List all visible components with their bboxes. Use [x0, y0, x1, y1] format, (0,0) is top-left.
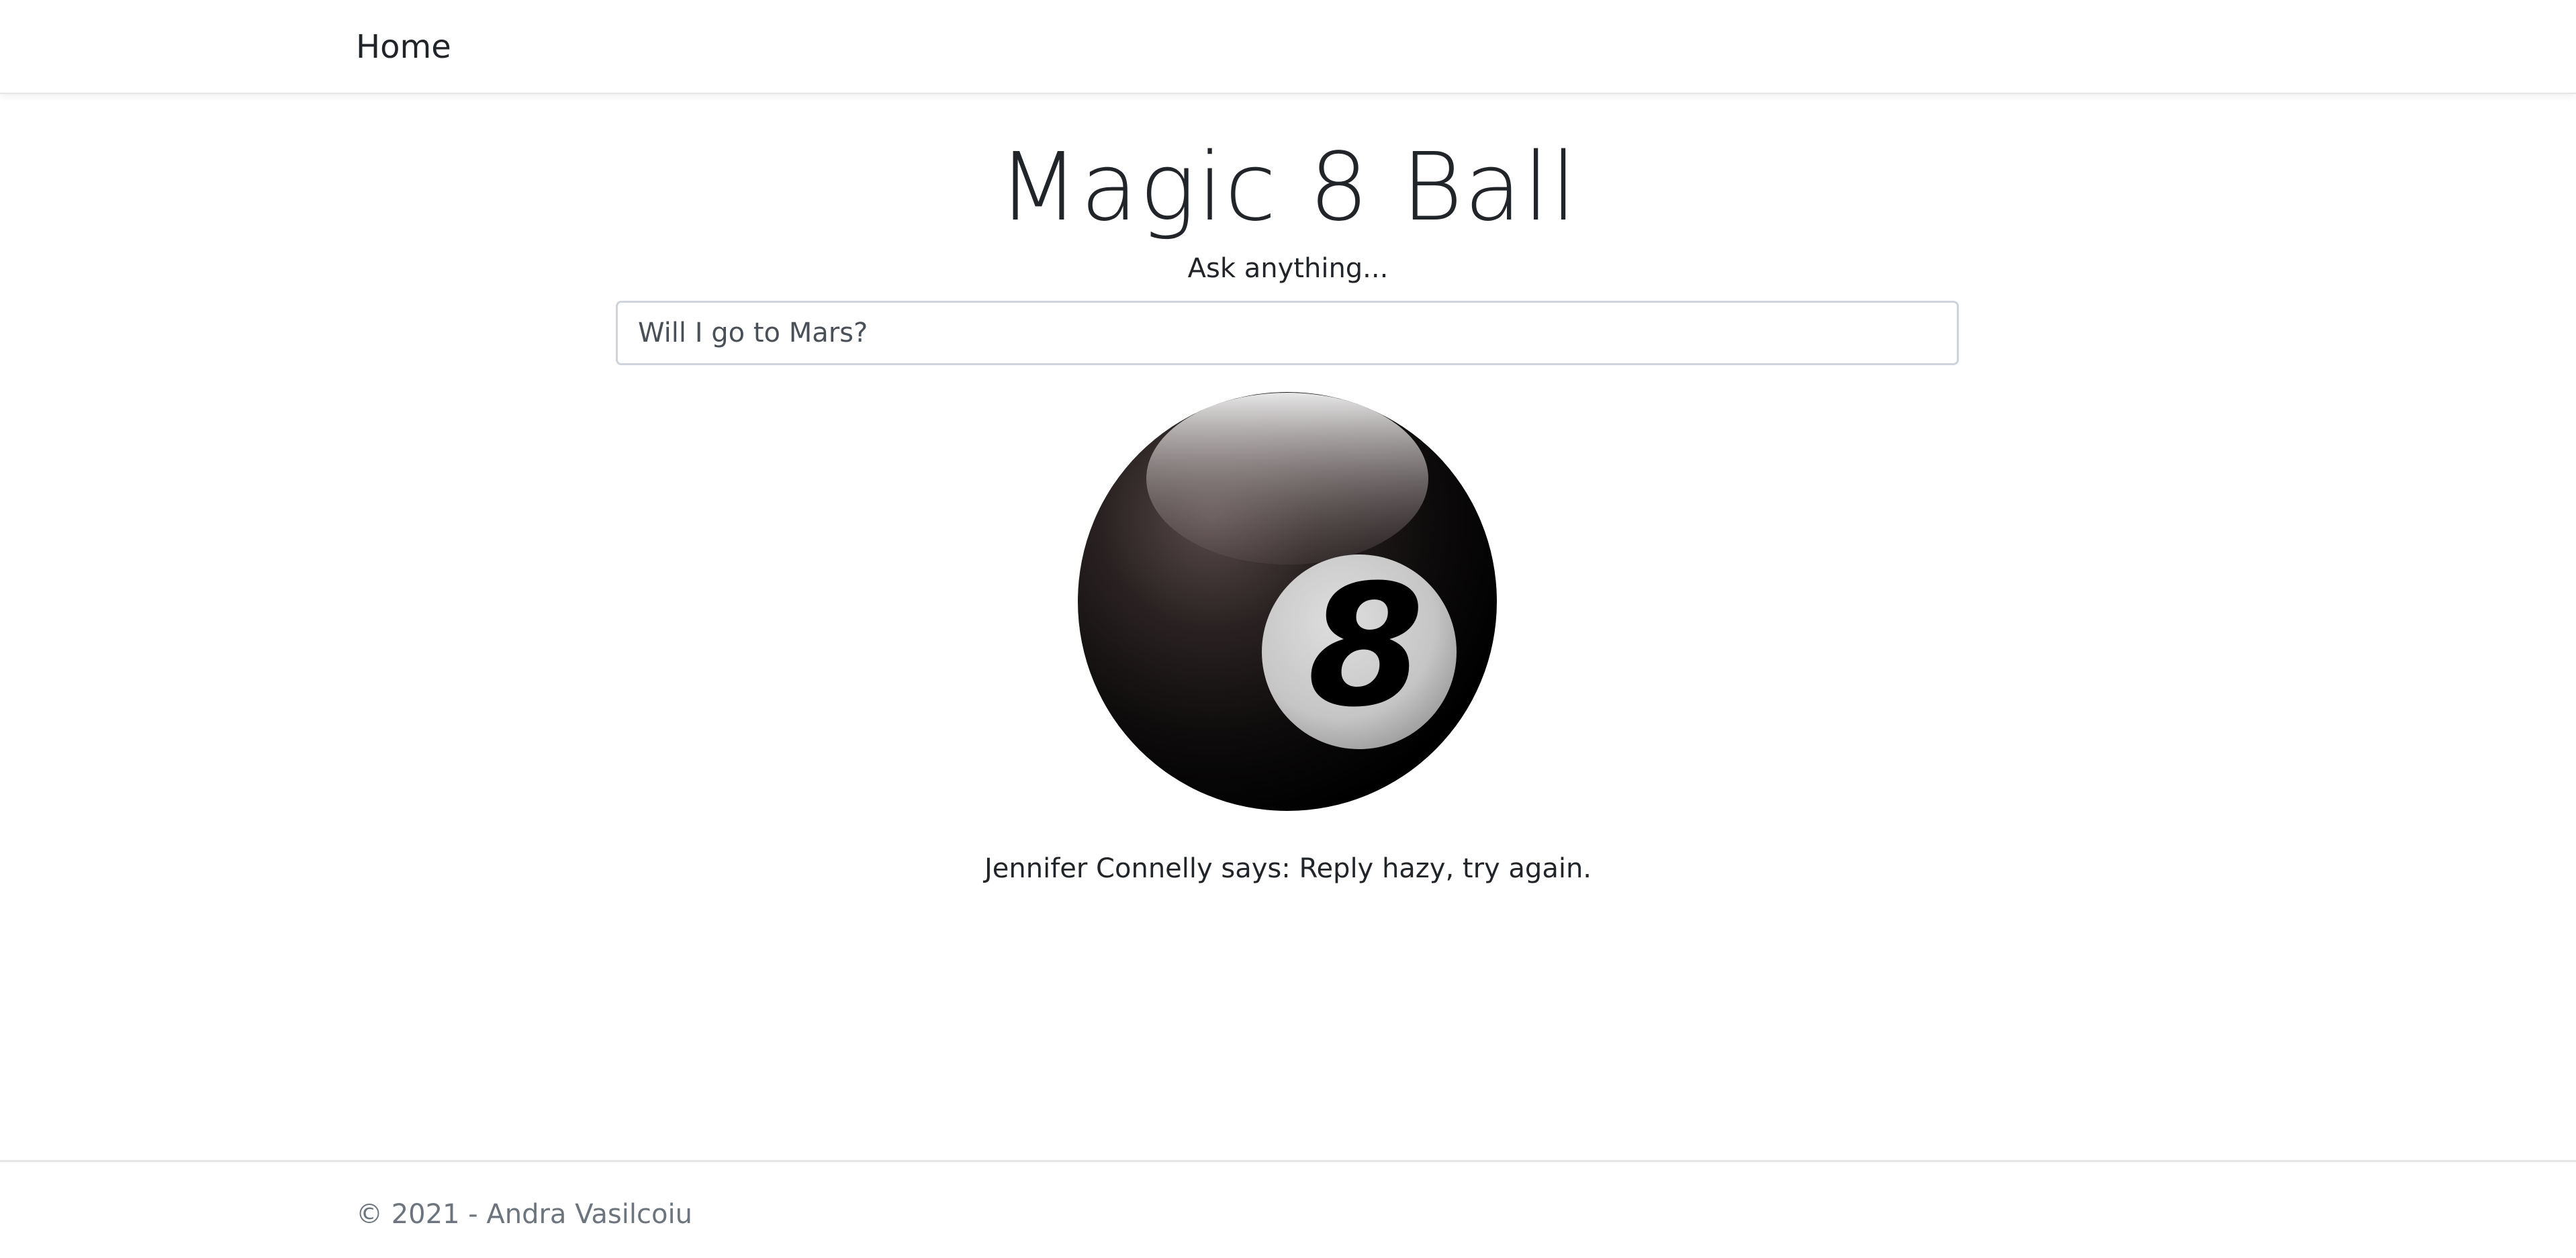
question-input[interactable]	[616, 301, 1959, 365]
ask-prompt: Ask anything...	[1187, 253, 1389, 284]
page-footer: © 2021 - Andra Vasilcoiu	[0, 1160, 2576, 1258]
ball-number: 8	[1307, 548, 1424, 744]
footer-copyright: © 2021 - Andra Vasilcoiu	[356, 1199, 692, 1230]
top-navbar: Home	[0, 0, 2576, 94]
main-content: Magic 8 Ball Ask anything... Will I go t…	[0, 94, 2576, 1161]
home-link[interactable]: Home	[356, 26, 451, 68]
answer-text: Jennifer Connelly says: Reply hazy, try …	[984, 853, 1592, 884]
magic-8-ball-graphic: 8	[1078, 392, 1497, 811]
page-title: Magic 8 Ball	[998, 133, 1578, 242]
magic-8-ball-icon[interactable]: 8	[1077, 391, 1498, 812]
